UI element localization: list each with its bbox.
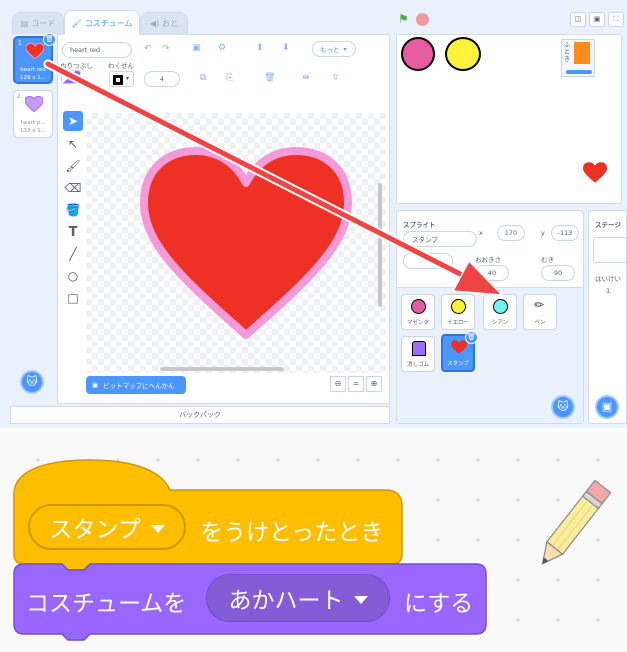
message-dropdown[interactable]: スタンプ (28, 504, 186, 550)
annotation-arrow (43, 59, 504, 296)
costume-dropdown[interactable]: あかハート (206, 574, 390, 622)
message-dropdown-label: スタンプ (49, 517, 141, 543)
looks-block-prefix: コスチュームを (26, 591, 187, 617)
costume-dropdown-label: あかハート (228, 588, 344, 614)
scratch-editor: ▤ コード 🖌 コスチューム ◀︎) おと 1 heart red 129 x … (0, 0, 627, 428)
chevron-down-icon (353, 595, 368, 604)
hat-block-text: をうけとったとき (200, 520, 384, 546)
code-blocks-area: スタンプ をうけとったとき コスチュームを あかハート にする (0, 432, 627, 652)
tab-costumes[interactable]: 🖌 コスチューム (64, 10, 140, 35)
looks-block-suffix: にする (404, 591, 474, 617)
brush-icon: 🖌 (71, 18, 82, 28)
pencil-icon (541, 479, 612, 565)
chevron-down-icon (150, 524, 165, 533)
tab-costumes-label: コスチューム (84, 18, 133, 28)
